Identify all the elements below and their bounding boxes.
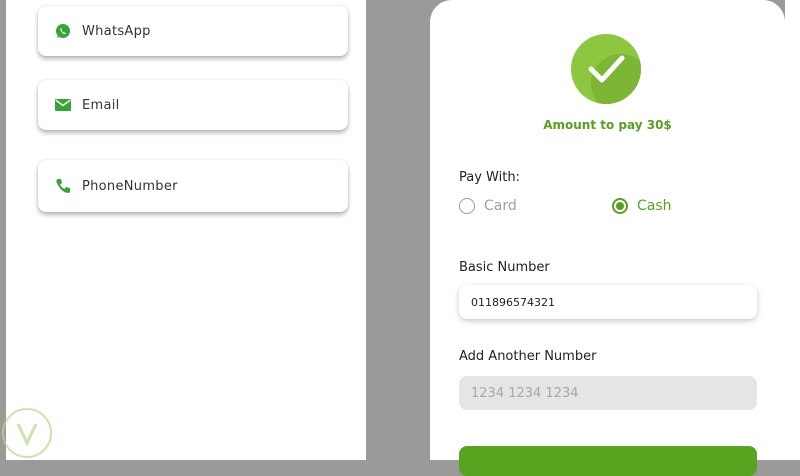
payment-option-label: Cash [637,198,672,214]
whatsapp-icon [54,22,72,40]
contact-option-label: PhoneNumber [82,178,178,194]
payment-option-card[interactable]: Card [459,198,517,214]
contact-option-email[interactable]: Email [38,80,348,130]
submit-button[interactable] [459,446,757,476]
contact-option-label: WhatsApp [82,23,151,39]
radio-checked-icon [612,198,628,214]
payment-screen: Amount to pay 30$ Pay With: Card Cash Ba… [430,0,785,476]
screen-edge [785,0,800,460]
radio-unchecked-icon [459,198,475,214]
phone-icon [54,177,72,195]
pay-with-label: Pay With: [459,170,520,185]
basic-number-label: Basic Number [459,260,550,275]
success-check-icon [571,34,641,104]
another-number-field[interactable]: 1234 1234 1234 [459,376,757,410]
contact-option-whatsapp[interactable]: WhatsApp [38,6,348,56]
another-number-label: Add Another Number [459,349,597,364]
payment-option-cash[interactable]: Cash [612,198,672,214]
contact-option-label: Email [82,97,120,113]
contact-option-phone[interactable]: PhoneNumber [38,160,348,212]
amount-to-pay: Amount to pay 30$ [543,118,672,132]
email-icon [54,96,72,114]
contact-options-screen: WhatsApp Email PhoneNumber [6,0,366,460]
payment-option-label: Card [484,198,517,214]
basic-number-field[interactable]: 011896574321 [459,285,757,319]
watermark-logo [2,408,52,458]
